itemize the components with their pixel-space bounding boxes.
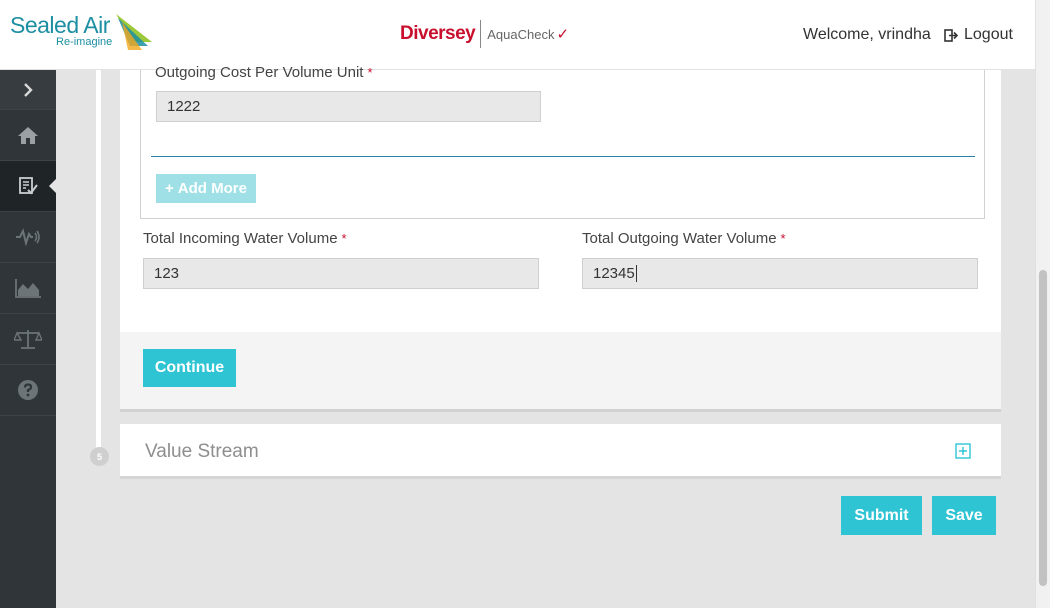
home-icon [18,127,38,144]
cost-entry-box: Outgoing Cost Per Volume Unit * 1222 + Ad… [140,64,985,219]
outgoing-cost-input[interactable]: 1222 [156,91,541,122]
area-chart-icon [15,279,41,298]
sealed-air-tagline: Re-imagine [56,36,113,48]
logo-separator [480,20,482,48]
sidebar-item-assessment[interactable] [0,161,56,212]
sidebar-item-monitoring[interactable] [0,212,56,263]
form-card: Outgoing Cost Per Volume Unit * 1222 + Ad… [120,64,1001,409]
logout-icon [944,28,958,42]
sail-logo-icon [116,14,152,50]
value-stream-section[interactable]: Value Stream [120,424,1001,479]
add-more-button[interactable]: + Add More [156,174,256,203]
checklist-icon [19,177,38,195]
card-footer: Continue [120,332,1001,409]
save-button[interactable]: Save [932,496,996,535]
plus-icon: + [165,180,174,197]
sidebar-item-compare[interactable] [0,314,56,365]
sealed-air-logo[interactable]: Sealed Air Re-imagine [10,12,112,48]
submit-button[interactable]: Submit [841,496,922,535]
total-incoming-input[interactable]: 123 [143,258,539,289]
required-marker: * [341,231,347,246]
expand-plus-icon[interactable] [955,443,971,459]
step-number-badge: 5 [90,447,109,466]
total-incoming-label: Total Incoming Water Volume * [143,230,347,247]
total-outgoing-input[interactable]: 12345 [582,258,978,289]
add-more-label: Add More [177,180,247,197]
value-stream-title: Value Stream [145,441,259,462]
required-marker: * [367,65,373,80]
balance-scale-icon [14,330,42,349]
total-outgoing-label-text: Total Outgoing Water Volume [582,230,777,247]
stepper-line [96,70,101,450]
logout-button[interactable]: Logout [944,26,1013,44]
sidebar-toggle[interactable] [0,70,56,110]
sidebar-item-help[interactable] [0,365,56,416]
diversey-aquacheck-logo: Diversey AquaCheck ✓ [400,20,569,48]
total-outgoing-value: 12345 [593,265,635,282]
outgoing-cost-label: Outgoing Cost Per Volume Unit * [155,64,373,81]
logout-label: Logout [964,26,1013,43]
required-marker: * [780,231,786,246]
chevron-right-icon [24,82,33,97]
scrollbar-thumb[interactable] [1039,270,1047,586]
total-outgoing-label: Total Outgoing Water Volume * [582,230,786,247]
sidebar-nav [0,70,56,608]
app-header: Sealed Air Re-imagine Diversey AquaCheck… [0,0,1035,70]
diversey-brand-name: Diversey [400,23,476,44]
outgoing-cost-label-text: Outgoing Cost Per Volume Unit [155,64,364,81]
signal-wave-icon [16,228,40,246]
checkmark-icon: ✓ [556,26,570,43]
total-incoming-label-text: Total Incoming Water Volume [143,230,338,247]
welcome-text: Welcome, vrindha [803,26,931,43]
sidebar-item-home[interactable] [0,110,56,161]
text-cursor [635,265,637,282]
help-icon [18,380,38,400]
section-divider [151,156,975,157]
continue-button[interactable]: Continue [143,349,236,387]
aquacheck-product-name: AquaCheck [487,26,555,42]
sidebar-item-reports[interactable] [0,263,56,314]
card-shadow [120,409,1001,412]
sealed-air-brand-name: Sealed Air [10,12,110,38]
